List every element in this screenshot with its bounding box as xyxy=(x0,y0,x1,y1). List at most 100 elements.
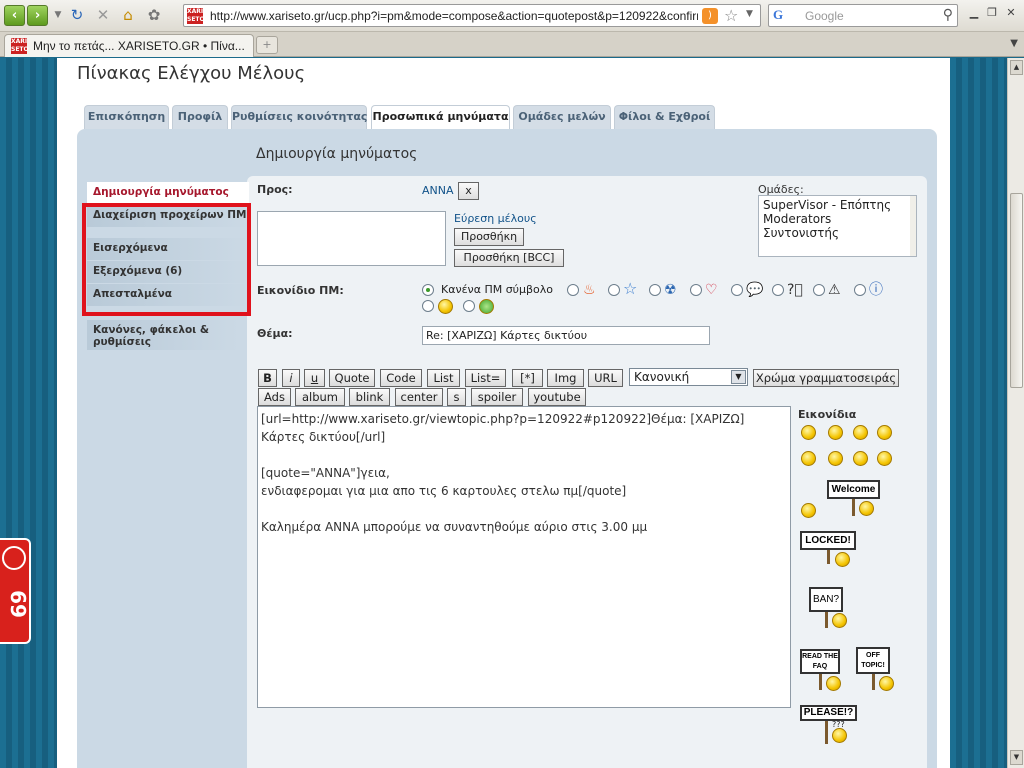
remove-recipient-button[interactable]: x xyxy=(458,182,479,200)
smiley-icon[interactable] xyxy=(828,451,843,466)
smiley-icon[interactable] xyxy=(828,425,843,440)
blink-button[interactable]: blink xyxy=(349,388,390,406)
quote-button[interactable]: Quote xyxy=(329,369,375,387)
add-button[interactable]: Προσθήκη xyxy=(454,228,524,246)
bookmark-star-icon[interactable]: ☆ xyxy=(724,6,738,25)
group-option[interactable]: Συντονιστής xyxy=(763,226,912,240)
search-engine-icon[interactable]: G xyxy=(773,7,783,23)
locked-sign-smiley[interactable]: LOCKED! xyxy=(800,531,856,550)
center-button[interactable]: center xyxy=(395,388,443,406)
font-color-button[interactable]: Χρώμα γραμματοσειράς xyxy=(753,369,899,387)
search-icon[interactable]: ⚲ xyxy=(943,7,953,23)
back-button[interactable]: ‹ xyxy=(4,5,25,26)
addon-icon[interactable]: ✿ xyxy=(145,6,163,24)
message-textarea[interactable]: [url=http://www.xariseto.gr/viewtopic.ph… xyxy=(257,406,791,708)
tab-profile[interactable]: Προφίλ xyxy=(172,105,228,129)
side-widget[interactable]: 69 xyxy=(0,538,31,644)
groups-scrollbar[interactable] xyxy=(910,196,916,256)
rss-icon[interactable]: ) xyxy=(702,8,718,24)
youtube-button[interactable]: youtube xyxy=(528,388,586,406)
smiley-icon[interactable] xyxy=(853,451,868,466)
sidebar-item-rules[interactable]: Κανόνες, φάκελοι & ρυθμίσεις xyxy=(87,320,239,350)
widget-number: 69 xyxy=(5,590,30,618)
tab-private-messages[interactable]: Προσωπικά μηνύματα xyxy=(371,105,510,130)
smiley-icon[interactable] xyxy=(877,451,892,466)
spoiler-button[interactable]: spoiler xyxy=(471,388,523,406)
pm-icon-radio[interactable] xyxy=(649,284,661,296)
recipient-name[interactable]: ANNA xyxy=(422,184,454,197)
sidebar-item-compose[interactable]: Δημιουργία μηνύματος xyxy=(87,182,249,204)
welcome-sign-smiley[interactable]: Welcome xyxy=(827,480,880,499)
minimize-icon[interactable]: ▁ xyxy=(967,6,981,19)
url-text[interactable]: http://www.xariseto.gr/ucp.php?i=pm&mode… xyxy=(210,9,698,23)
smiley-icon[interactable] xyxy=(801,503,816,518)
browser-tab[interactable]: XARI SETO Μην το πετάς... XARISETO.GR • … xyxy=(4,34,254,57)
pm-icon-radio[interactable] xyxy=(690,284,702,296)
read-faq-sign-smiley[interactable]: READ THE FAQ xyxy=(800,649,840,674)
close-icon[interactable]: ✕ xyxy=(1004,6,1018,19)
pm-icon-radio[interactable] xyxy=(813,284,825,296)
search-input[interactable]: Google xyxy=(805,9,844,23)
search-bar[interactable]: G Google ⚲ xyxy=(768,4,958,27)
font-size-select[interactable]: Κανονική ▼ xyxy=(629,368,748,386)
ads-button[interactable]: Ads xyxy=(258,388,291,406)
strike-button[interactable]: s xyxy=(447,388,466,406)
list-button[interactable]: List xyxy=(427,369,460,387)
list-tabs-icon[interactable]: ▼ xyxy=(1010,38,1018,49)
pm-icon-radio[interactable] xyxy=(608,284,620,296)
groups-listbox[interactable]: SuperVisor - Επόπτης Moderators Συντονισ… xyxy=(758,195,917,257)
list-item-button[interactable]: [*] xyxy=(512,369,543,387)
address-bar[interactable]: XARI SETO http://www.xariseto.gr/ucp.php… xyxy=(183,4,761,27)
album-button[interactable]: album xyxy=(295,388,345,406)
smilies-title: Εικονίδια xyxy=(798,408,857,421)
smiley-icon[interactable] xyxy=(801,425,816,440)
smiley-icon[interactable] xyxy=(801,451,816,466)
group-option[interactable]: SuperVisor - Επόπτης xyxy=(763,198,912,212)
tab-board-preferences[interactable]: Ρυθμίσεις κοινότητας xyxy=(231,105,367,129)
sign-stick xyxy=(827,550,830,564)
sign-stick xyxy=(825,721,828,744)
pm-icon-radio-none[interactable] xyxy=(422,284,434,296)
stop-icon[interactable]: ✕ xyxy=(94,6,112,24)
pm-icon-radio[interactable] xyxy=(463,300,475,312)
subject-input[interactable]: Re: [ΧΑΡΙΖΩ] Κάρτες δικτύου xyxy=(422,326,710,345)
scroll-up-icon[interactable]: ▲ xyxy=(1010,60,1023,75)
scroll-thumb[interactable] xyxy=(1010,193,1023,388)
pm-icon-radio[interactable] xyxy=(567,284,579,296)
history-dropdown-icon[interactable]: ▼ xyxy=(49,6,67,24)
ban-sign-smiley[interactable]: BAN? xyxy=(809,587,843,612)
tab-friends-foes[interactable]: Φίλοι & Εχθροί xyxy=(614,105,715,129)
new-tab-button[interactable]: + xyxy=(256,36,278,54)
star-icon: ☆ xyxy=(623,279,638,298)
recipient-textarea[interactable] xyxy=(257,211,446,266)
reload-icon[interactable]: ↻ xyxy=(68,6,86,24)
smiley-icon[interactable] xyxy=(853,425,868,440)
chevron-down-icon[interactable]: ▼ xyxy=(731,370,746,384)
group-option[interactable]: Moderators xyxy=(763,212,912,226)
please-sign-smiley[interactable]: PLEASE!? xyxy=(800,705,857,721)
forward-button[interactable]: › xyxy=(27,5,48,26)
pm-icon-radio[interactable] xyxy=(772,284,784,296)
bold-button[interactable]: B xyxy=(258,369,277,387)
smiley-icon[interactable] xyxy=(877,425,892,440)
pm-icon-radio[interactable] xyxy=(731,284,743,296)
scroll-down-icon[interactable]: ▼ xyxy=(1010,750,1023,765)
underline-button[interactable]: u xyxy=(304,369,325,387)
pm-icon-radio[interactable] xyxy=(422,300,434,312)
off-topic-sign-smiley[interactable]: OFF TOPIC! xyxy=(856,647,890,674)
tab-overview[interactable]: Επισκόπηση xyxy=(84,105,169,129)
tab-usergroups[interactable]: Ομάδες μελών xyxy=(513,105,611,129)
code-button[interactable]: Code xyxy=(380,369,422,387)
url-dropdown-icon[interactable]: ▼ xyxy=(746,9,753,19)
list-ordered-button[interactable]: List= xyxy=(465,369,506,387)
add-bcc-button[interactable]: Προσθήκη [BCC] xyxy=(454,249,564,267)
find-member-link[interactable]: Εύρεση μέλους xyxy=(454,212,537,225)
img-button[interactable]: Img xyxy=(547,369,584,387)
tab-favicon: XARI SETO xyxy=(11,38,29,54)
home-icon[interactable]: ⌂ xyxy=(119,6,137,24)
restore-icon[interactable]: ❐ xyxy=(985,6,999,19)
vertical-scrollbar[interactable]: ▲ ▼ xyxy=(1007,58,1024,768)
italic-button[interactable]: i xyxy=(282,369,300,387)
url-button[interactable]: URL xyxy=(588,369,623,387)
pm-icon-radio[interactable] xyxy=(854,284,866,296)
